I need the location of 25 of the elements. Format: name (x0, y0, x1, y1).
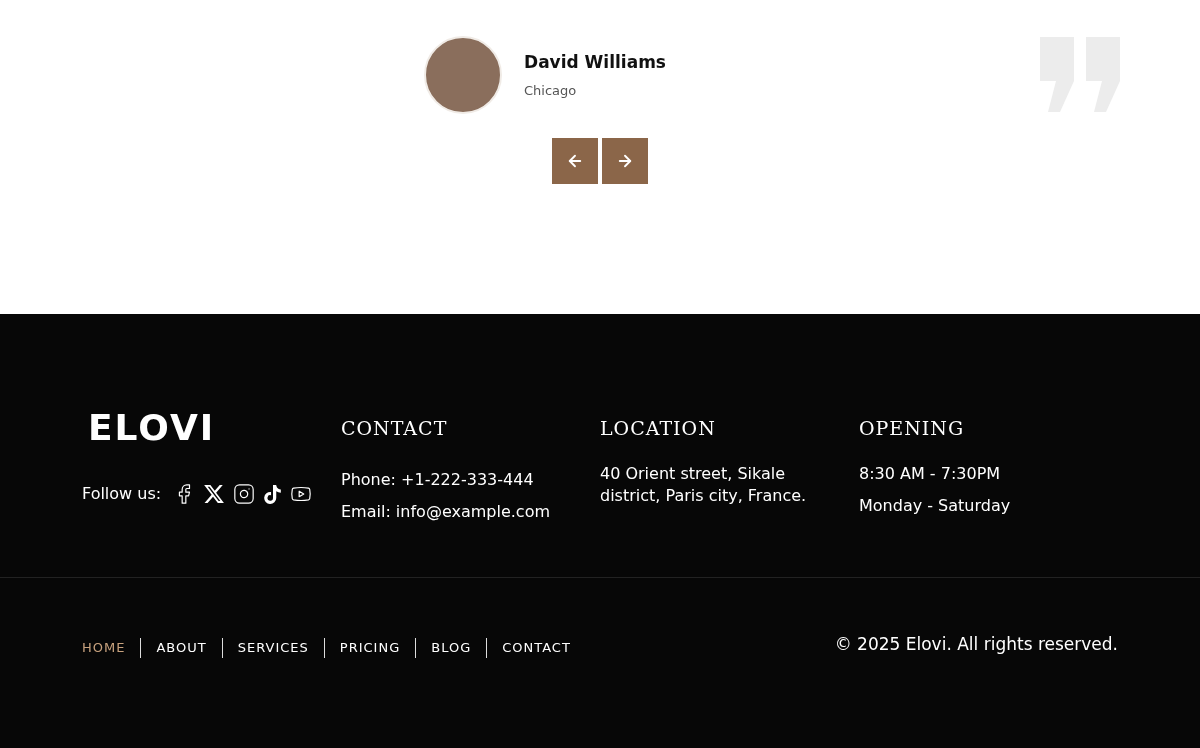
next-button[interactable] (602, 138, 648, 184)
column-heading: CONTACT (341, 416, 449, 441)
author-location: Chicago (524, 82, 578, 100)
follow-label: Follow us: (82, 483, 162, 505)
footer-text: Email: info@example.com (341, 500, 551, 523)
footer-text: 8:30 AM - 7:30PM (859, 462, 1002, 485)
x-icon[interactable] (203, 483, 226, 505)
footer-nav-link[interactable]: SERVICES (237, 638, 309, 658)
column-heading: OPENING (859, 416, 966, 441)
footer-logo[interactable]: ELOVI (88, 410, 341, 446)
previous-button[interactable] (552, 138, 598, 184)
footer-nav-link[interactable]: BLOG (431, 638, 472, 658)
footer-nav-link[interactable]: HOME (82, 638, 126, 658)
footer-nav-link[interactable]: PRICING (339, 638, 401, 658)
footer-text: Monday - Saturday (859, 494, 1012, 517)
instagram-icon[interactable] (233, 483, 256, 505)
footer-nav-link[interactable]: CONTACT (502, 638, 571, 658)
footer-text: Phone: +1-222-333-444 (341, 468, 535, 491)
copyright-text: © 2025 Elovi. All rights reserved. (834, 633, 1118, 656)
arrow-right-icon (616, 152, 634, 170)
footer-text: 40 Orient street, Sikale district, Paris city, France. (600, 462, 808, 507)
author-name: David Williams (524, 50, 666, 74)
column-heading: LOCATION (600, 416, 717, 441)
tiktok-icon[interactable] (263, 484, 283, 504)
footer-nav-link[interactable]: ABOUT (156, 638, 207, 658)
